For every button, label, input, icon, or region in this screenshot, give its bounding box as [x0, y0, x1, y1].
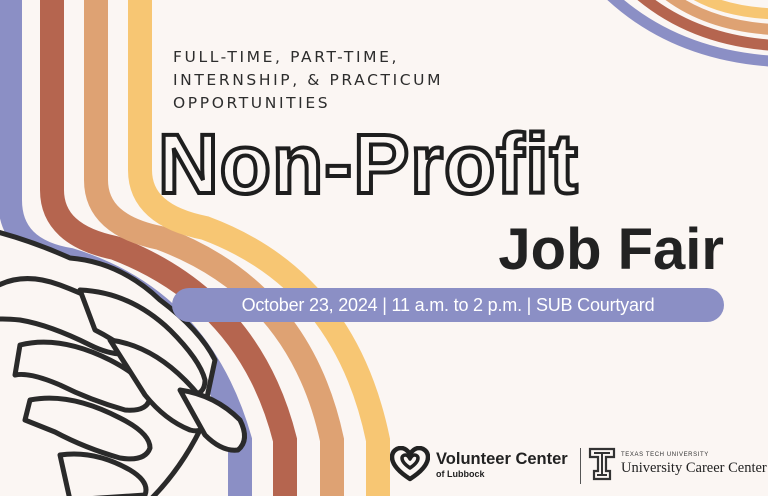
title-job-fair: Job Fair [498, 217, 724, 282]
subtitle-line: OPPORTUNITIES [173, 94, 331, 112]
double-t-icon [588, 447, 616, 481]
corner-stripes [607, 0, 768, 67]
title-non-profit: Non-Profit [156, 117, 580, 211]
volunteer-center-sub: of Lubbock [436, 468, 485, 479]
event-info-banner: October 23, 2024 | 11 a.m. to 2 p.m. | S… [172, 288, 724, 322]
job-fair-poster: FULL-TIME, PART-TIME, INTERNSHIP, & PRAC… [0, 0, 768, 496]
opportunity-types: FULL-TIME, PART-TIME, INTERNSHIP, & PRAC… [173, 46, 443, 115]
heart-icon [390, 446, 430, 482]
career-center-name: University Career Center [621, 460, 767, 477]
event-info-text: October 23, 2024 | 11 a.m. to 2 p.m. | S… [241, 294, 655, 315]
volunteer-center-name: Volunteer Center [436, 450, 568, 469]
logo-divider [580, 448, 581, 484]
ttu-name: TEXAS TECH UNIVERSITY [621, 452, 709, 459]
ttu-career-center-logo: TEXAS TECH UNIVERSITY University Career … [588, 447, 767, 481]
subtitle-line: INTERNSHIP, & PRACTICUM [173, 71, 444, 89]
subtitle-line: FULL-TIME, PART-TIME, [173, 48, 400, 66]
volunteer-center-logo: Volunteer Center of Lubbock [390, 446, 568, 484]
